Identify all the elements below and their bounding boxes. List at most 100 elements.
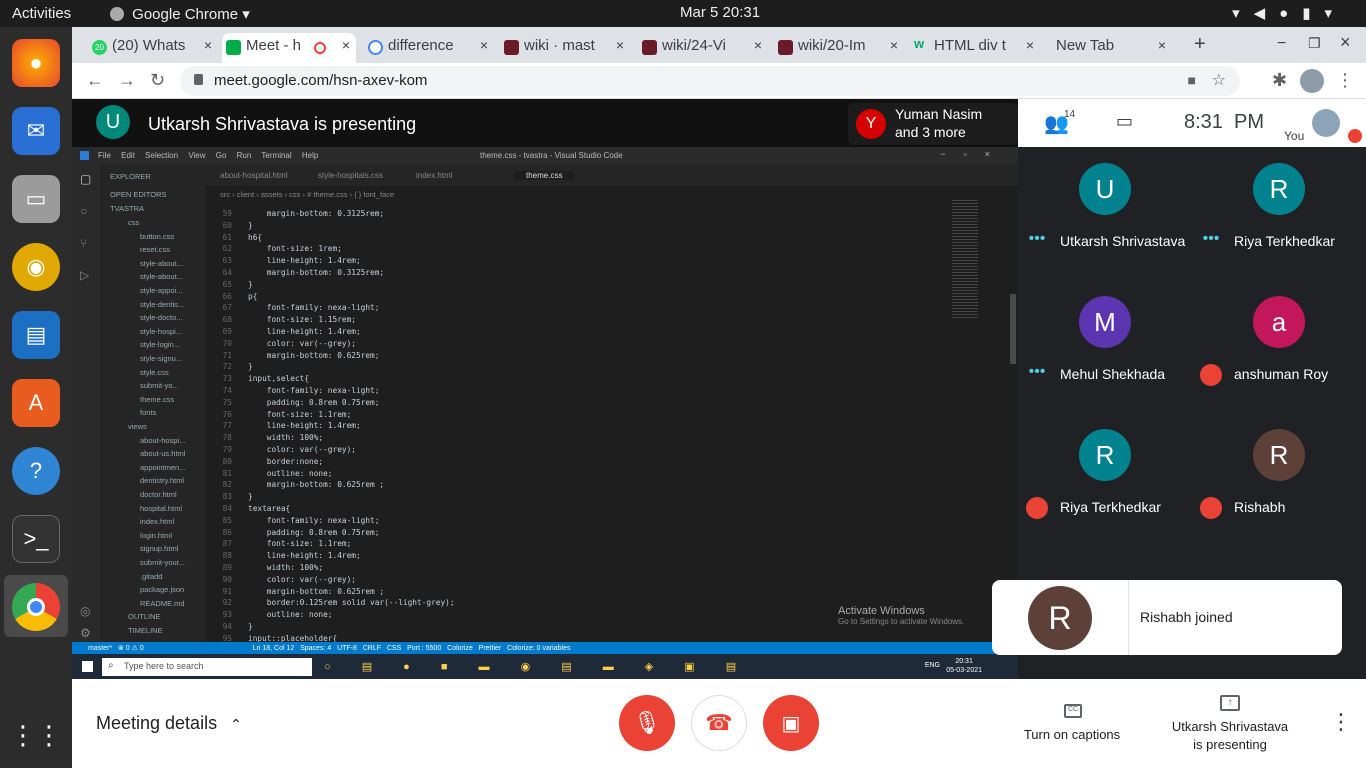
captions-icon: CC — [1064, 704, 1082, 718]
windows-language: ENG — [924, 662, 940, 669]
tab-close-icon[interactable]: × — [754, 37, 762, 53]
participant-tile[interactable]: a anshuman Roy — [1192, 280, 1366, 413]
code-text: margin-bottom: 0.625rem; — [248, 350, 380, 360]
tab-close-icon[interactable]: × — [1158, 37, 1166, 53]
chrome-menu-icon[interactable]: ⋮ — [1336, 70, 1354, 91]
editor-tab: index.html — [416, 171, 453, 180]
windows-taskbar: ⌕ Type here to search ○ ▤ ● ■ ▬ ◉ ▤ ▬ ◈ … — [72, 654, 1018, 680]
back-icon[interactable]: ← — [86, 70, 104, 91]
system-tray[interactable]: ▾◀●▮▾ — [1232, 4, 1346, 22]
camera-icon[interactable]: ■ — [1188, 72, 1196, 88]
toolbar: ← → ↻ meet.google.com/hsn-axev-kom ■ ☆ ✱… — [72, 63, 1366, 99]
system-clock[interactable]: Mar 5 20:31 — [680, 4, 760, 21]
tab-wiki-1[interactable]: wiki · mast × — [500, 33, 630, 63]
terminal-icon[interactable]: >_ — [12, 515, 60, 563]
minimize-button[interactable]: − — [1277, 35, 1286, 53]
app-menu[interactable]: Google Chrome ▾ — [110, 5, 250, 23]
windows-time: 20:31 — [955, 658, 973, 665]
tab-meet[interactable]: Meet - h × — [222, 33, 356, 63]
tab-close-icon[interactable]: × — [204, 37, 212, 53]
chrome-icon[interactable] — [12, 583, 60, 631]
tab-close-icon[interactable]: × — [890, 37, 898, 53]
show-applications-icon[interactable]: ⋮⋮ — [10, 711, 62, 759]
line-number: 62 — [222, 244, 232, 254]
camera-toggle-button[interactable]: ▣ — [763, 695, 819, 751]
speaking-indicator-icon: ••• — [1028, 363, 1046, 380]
software-center-icon[interactable]: A — [12, 379, 60, 427]
captions-button[interactable]: CC Turn on captions — [1012, 699, 1132, 749]
code-line: 62 font-size: 1rem; — [206, 243, 986, 255]
toast-divider — [1128, 580, 1129, 655]
file-tree-item: TIMELINE — [128, 626, 163, 635]
extensions-icon[interactable]: ✱ — [1272, 70, 1287, 91]
vscode-menu: File Edit Selection View Go Run Terminal… — [98, 151, 318, 160]
tab-close-icon[interactable]: × — [616, 37, 624, 53]
chat-icon[interactable]: ▭ — [1116, 111, 1133, 132]
files-icon[interactable]: ▭ — [12, 175, 60, 223]
code-text: line-height: 1.4rem; — [248, 551, 361, 561]
tab-whatsapp[interactable]: 20 (20) Whats × — [88, 33, 218, 63]
address-bar[interactable]: meet.google.com/hsn-axev-kom ■ ☆ — [180, 66, 1240, 96]
help-icon[interactable]: ? — [12, 447, 60, 495]
participant-tile[interactable]: R Riya Terkhedkar — [1018, 413, 1192, 546]
reload-icon[interactable]: ↻ — [150, 70, 165, 91]
pinned-more: and 3 more — [895, 124, 966, 140]
participant-tile[interactable]: M ••• Mehul Shekhada — [1018, 280, 1192, 413]
presenting-button[interactable]: ↑ Utkarsh Shrivastava is presenting — [1160, 693, 1300, 753]
editor-breadcrumb: src › client › assets › css › # theme.cs… — [220, 190, 395, 199]
participant-tile[interactable]: U ••• Utkarsh Shrivastava — [1018, 147, 1192, 280]
line-number: 59 — [222, 209, 232, 218]
code-text: } — [248, 279, 253, 289]
tab-google-search[interactable]: difference × — [364, 33, 494, 63]
line-number: 77 — [222, 421, 232, 431]
profile-avatar[interactable] — [1300, 69, 1324, 93]
line-number: 87 — [222, 539, 232, 549]
whatsapp-icon: 20 — [92, 40, 107, 55]
code-line: 90 color: var(--grey); — [206, 574, 986, 586]
leave-call-button[interactable]: ☎ — [691, 695, 747, 751]
code-line: 60} — [206, 220, 986, 232]
writer-icon[interactable]: ▤ — [12, 311, 60, 359]
tab-wiki-2[interactable]: wiki/24-Vi × — [638, 33, 768, 63]
maximize-button[interactable]: ❐ — [1308, 35, 1321, 52]
participant-tile[interactable]: R ••• Riya Terkhedkar — [1192, 147, 1366, 280]
code-text: outline: none; — [248, 468, 333, 478]
meeting-details-button[interactable]: Meeting details ⌃ — [96, 713, 242, 734]
code-text: h6{ — [248, 232, 263, 242]
self-avatar[interactable] — [1312, 109, 1340, 137]
open-editors: OPEN EDITORS — [110, 190, 167, 199]
line-number: 81 — [222, 468, 232, 478]
new-tab-button[interactable]: + — [1194, 33, 1206, 56]
line-number: 84 — [222, 503, 232, 513]
file-tree-item: index.html — [140, 517, 175, 527]
tab-html-div[interactable]: w HTML div t × — [910, 33, 1040, 63]
more-options-icon[interactable]: ⋮ — [1330, 709, 1352, 735]
forward-icon[interactable]: → — [118, 70, 136, 91]
thunderbird-icon[interactable]: ✉ — [12, 107, 60, 155]
activities-button[interactable]: Activities — [12, 5, 71, 22]
close-window-button[interactable]: × — [1340, 32, 1351, 53]
tab-close-icon[interactable]: × — [480, 37, 488, 53]
code-line: 74 font-family: nexa-light; — [206, 385, 986, 397]
pinned-participants[interactable]: Y Yuman Nasim and 3 more — [848, 103, 1018, 145]
code-text: border:0.125rem solid var(--light-grey); — [248, 598, 455, 608]
w3schools-icon: w — [914, 36, 925, 51]
participant-tile[interactable]: R Rishabh — [1192, 413, 1366, 546]
vscode-explorer: EXPLORER OPEN EDITORS TVASTRA css button.… — [100, 164, 206, 642]
project-folder: TVASTRA — [110, 204, 145, 213]
meeting-controls-bar: Meeting details ⌃ 🎙 ☎ ▣ CC Turn on capti… — [72, 679, 1366, 768]
tab-wiki-3[interactable]: wiki/20-Im × — [774, 33, 904, 63]
bookmark-star-icon[interactable]: ☆ — [1212, 70, 1226, 90]
code-line: 69 line-height: 1.4rem; — [206, 326, 986, 338]
rhythmbox-icon[interactable]: ◉ — [12, 243, 60, 291]
tab-new-tab[interactable]: New Tab × — [1032, 33, 1172, 63]
line-number: 86 — [222, 527, 232, 537]
code-text: margin-bottom: 0.625rem ; — [248, 586, 385, 596]
mic-off-icon — [1200, 497, 1222, 519]
firefox-icon[interactable]: ● — [12, 39, 60, 87]
tab-close-icon[interactable]: × — [342, 37, 350, 53]
mic-toggle-button[interactable]: 🎙 — [619, 695, 675, 751]
code-line: 83} — [206, 491, 986, 503]
self-view-label: You — [1284, 129, 1305, 143]
vscode-menu-item: Go — [215, 151, 227, 160]
